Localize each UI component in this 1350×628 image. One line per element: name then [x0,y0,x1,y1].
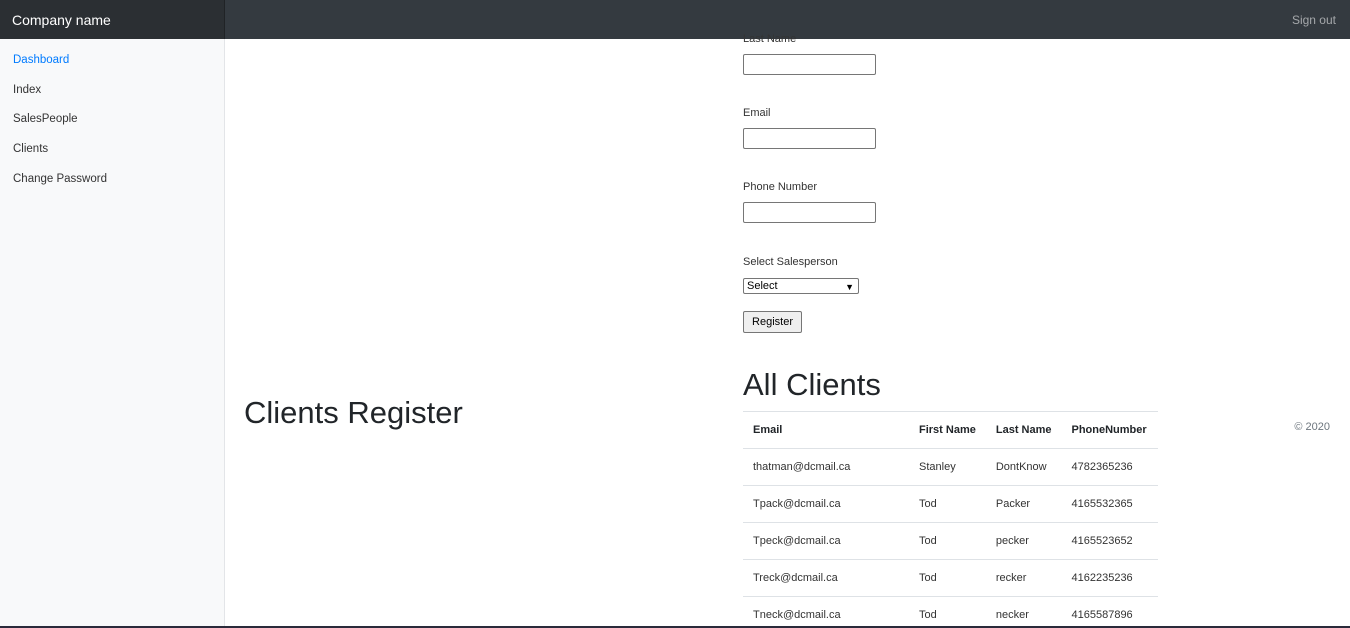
cell-first-name: Tod [909,596,986,628]
cell-email: Tpeck@dcmail.ca [743,522,909,560]
sidebar: Dashboard Index SalesPeople Clients Chan… [0,39,225,628]
cell-first-name: Tod [909,559,986,597]
sidebar-item-change-password[interactable]: Change Password [0,172,224,202]
cell-phone-number: 4165587896 [1061,596,1158,628]
cell-last-name: DontKnow [985,448,1062,486]
cell-email: thatman@dcmail.ca [743,448,909,486]
sidebar-item-salespeople[interactable]: SalesPeople [0,112,224,142]
cell-phone-number: 4165532365 [1061,485,1158,523]
column-header-first-name: First Name [909,411,986,449]
sidebar-nav: Dashboard Index SalesPeople Clients Chan… [0,39,224,201]
brand-link[interactable]: Company name [0,0,225,39]
cell-last-name: necker [985,596,1062,628]
last-name-input[interactable] [743,54,876,75]
table-row: Treck@dcmail.ca Tod recker 4162235236 [743,559,1158,597]
cell-first-name: Tod [909,485,986,523]
salesperson-select[interactable]: Select ▼ [743,278,859,294]
cell-email: Treck@dcmail.ca [743,559,909,597]
salesperson-select-value: Select [747,280,778,292]
cell-phone-number: 4165523652 [1061,522,1158,560]
cell-email: Tpack@dcmail.ca [743,485,909,523]
cell-first-name: Stanley [909,448,986,486]
sidebar-item-index[interactable]: Index [0,83,224,113]
salesperson-label: Select Salesperson [743,256,838,268]
clients-table: Email First Name Last Name PhoneNumber t… [743,411,1158,628]
cell-first-name: Tod [909,522,986,560]
cell-email: Tneck@dcmail.ca [743,596,909,628]
cell-phone-number: 4782365236 [1061,448,1158,486]
cell-last-name: Packer [985,485,1062,523]
table-row: Tneck@dcmail.ca Tod necker 4165587896 [743,596,1158,628]
register-button[interactable]: Register [743,311,802,333]
top-navbar: Company name Sign out [0,0,1350,39]
copyright-footer: © 2020 [1294,421,1330,433]
sidebar-item-dashboard[interactable]: Dashboard [0,53,224,83]
email-label: Email [743,107,771,119]
sign-out-link[interactable]: Sign out [1292,0,1336,41]
last-name-label: Last Name [743,33,797,45]
all-clients-title: All Clients [743,367,881,402]
phone-number-label: Phone Number [743,181,817,193]
page-title: Clients Register [244,395,463,430]
cell-last-name: pecker [985,522,1062,560]
column-header-email: Email [743,411,909,449]
cell-phone-number: 4162235236 [1061,559,1158,597]
table-header-row: Email First Name Last Name PhoneNumber [743,411,1158,449]
chevron-down-icon: ▼ [845,282,854,292]
email-input[interactable] [743,128,876,149]
sidebar-item-clients[interactable]: Clients [0,142,224,172]
phone-number-input[interactable] [743,202,876,223]
table-row: thatman@dcmail.ca Stanley DontKnow 47823… [743,448,1158,486]
column-header-phone-number: PhoneNumber [1061,411,1158,449]
column-header-last-name: Last Name [985,411,1062,449]
table-row: Tpack@dcmail.ca Tod Packer 4165532365 [743,485,1158,523]
table-row: Tpeck@dcmail.ca Tod pecker 4165523652 [743,522,1158,560]
cell-last-name: recker [985,559,1062,597]
